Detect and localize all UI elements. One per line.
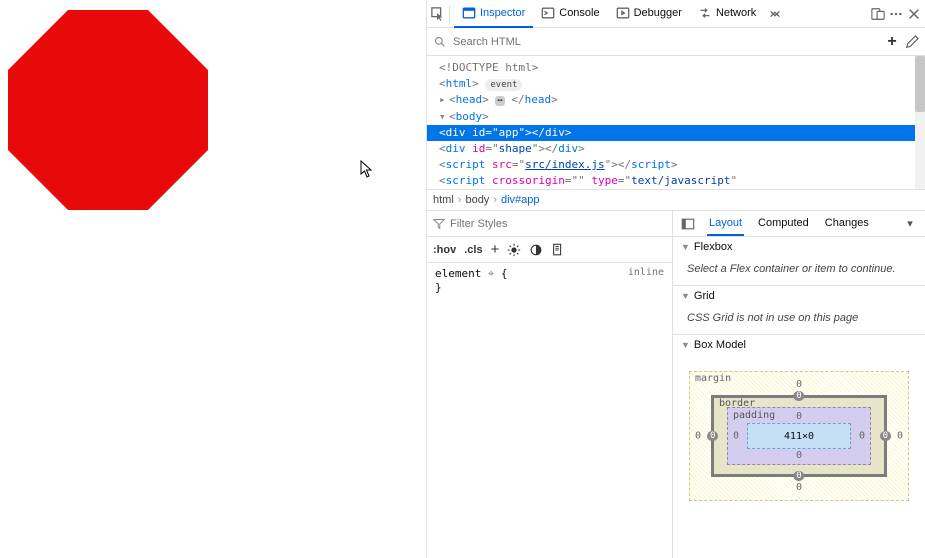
chevron-right-icon: ›: [493, 194, 497, 206]
funnel-icon: [433, 218, 445, 230]
twisty-icon: ▼: [681, 291, 690, 301]
sidebar-toggle-icon[interactable]: [681, 217, 695, 231]
pick-element-icon[interactable]: [431, 7, 445, 21]
filter-placeholder[interactable]: Filter Styles: [450, 218, 666, 230]
breadcrumb-item[interactable]: html: [433, 194, 454, 206]
chevron-right-icon: ›: [458, 194, 462, 206]
dark-mode-icon[interactable]: [529, 243, 543, 257]
more-tabs-icon[interactable]: [768, 7, 782, 21]
padding-label: padding: [733, 410, 775, 421]
console-icon: [541, 6, 555, 20]
dom-node[interactable]: ▸<head> ⋯ </head>: [427, 92, 915, 109]
inspector-icon: [462, 6, 476, 20]
tab-network[interactable]: Network: [690, 0, 764, 28]
tab-changes[interactable]: Changes: [823, 212, 871, 236]
grid-panel: ▼Grid CSS Grid is not in use on this pag…: [673, 286, 925, 335]
dom-node[interactable]: <div id="shape"></div>: [427, 141, 915, 157]
tab-label: Console: [559, 7, 599, 19]
tab-inspector[interactable]: Inspector: [454, 0, 533, 28]
dom-node[interactable]: <!DOCTYPE html>: [427, 60, 915, 76]
panel-header[interactable]: ▼Flexbox: [673, 237, 925, 257]
twisty-icon[interactable]: ▾: [439, 109, 449, 125]
breadcrumb-item[interactable]: div#app: [501, 194, 540, 206]
add-node-icon[interactable]: +: [885, 35, 899, 49]
devtools-panel: Inspector Console Debugger Network + <!D…: [426, 0, 925, 558]
twisty-icon[interactable]: ▸: [439, 92, 449, 108]
eyedropper-icon[interactable]: [905, 35, 919, 49]
hov-toggle[interactable]: :hov: [433, 244, 456, 256]
twisty-icon: ▼: [681, 340, 690, 350]
panel-body: Select a Flex container or item to conti…: [673, 257, 925, 285]
tab-label: Network: [716, 7, 756, 19]
responsive-icon[interactable]: [871, 7, 885, 21]
panel-body: CSS Grid is not in use on this page: [673, 306, 925, 334]
scrollbar[interactable]: [915, 56, 925, 189]
cursor-icon: [360, 160, 376, 178]
breadcrumb: html › body › div#app: [427, 189, 925, 211]
tab-layout[interactable]: Layout: [707, 212, 744, 236]
flexbox-panel: ▼Flexbox Select a Flex container or item…: [673, 237, 925, 286]
dropdown-icon[interactable]: ▾: [903, 217, 917, 231]
close-icon[interactable]: [907, 7, 921, 21]
inline-label: inline: [628, 267, 664, 278]
page-content: [0, 0, 426, 558]
boxmodel-panel: ▼Box Model 411×0 margin border padding 0…: [673, 335, 925, 521]
octagon-shape: [8, 10, 208, 210]
add-rule-icon[interactable]: +: [491, 241, 500, 258]
light-mode-icon[interactable]: [507, 243, 521, 257]
target-icon[interactable]: ⌖: [488, 267, 494, 280]
rules-body[interactable]: inline element ⌖ { }: [427, 263, 672, 298]
debugger-icon: [616, 6, 630, 20]
dom-node[interactable]: ▾<body>: [427, 109, 915, 125]
margin-label: margin: [695, 373, 731, 384]
tab-computed[interactable]: Computed: [756, 212, 811, 236]
print-mode-icon[interactable]: [551, 243, 565, 257]
dom-node-selected[interactable]: <div id="app"></div>: [427, 125, 915, 141]
search-row: +: [427, 28, 925, 56]
side-tabs: Layout Computed Changes ▾: [673, 211, 925, 237]
style-toolbar: :hov .cls +: [427, 237, 672, 263]
twisty-icon: ▼: [681, 242, 690, 252]
tab-label: Debugger: [634, 7, 682, 19]
devtools-toolbar: Inspector Console Debugger Network: [427, 0, 925, 28]
search-icon: [433, 35, 447, 49]
panel-header[interactable]: ▼Box Model: [673, 335, 925, 355]
dom-node[interactable]: <html> event: [427, 76, 915, 92]
breadcrumb-item[interactable]: body: [465, 194, 489, 206]
tab-debugger[interactable]: Debugger: [608, 0, 690, 28]
cls-toggle[interactable]: .cls: [464, 244, 482, 256]
tab-label: Inspector: [480, 7, 525, 19]
meatball-icon[interactable]: [889, 7, 903, 21]
dom-node[interactable]: <script src="src/index.js"></script>: [427, 157, 915, 173]
filter-row: Filter Styles: [427, 211, 672, 237]
tab-console[interactable]: Console: [533, 0, 607, 28]
layout-pane: Layout Computed Changes ▾ ▼Flexbox Selec…: [673, 211, 925, 558]
rules-pane: Filter Styles :hov .cls + inline element…: [427, 211, 673, 558]
dom-tree[interactable]: <!DOCTYPE html> <html> event ▸<head> ⋯ <…: [427, 56, 915, 189]
dom-node[interactable]: <script crossorigin="" type="text/javasc…: [427, 173, 915, 189]
box-content-size[interactable]: 411×0: [784, 431, 814, 442]
search-input[interactable]: [453, 34, 879, 50]
border-label: border: [719, 398, 755, 409]
panel-header[interactable]: ▼Grid: [673, 286, 925, 306]
box-model-diagram[interactable]: 411×0 margin border padding 0 0 0 0 0 0 …: [689, 371, 909, 501]
event-badge[interactable]: event: [485, 79, 522, 91]
network-icon: [698, 6, 712, 20]
